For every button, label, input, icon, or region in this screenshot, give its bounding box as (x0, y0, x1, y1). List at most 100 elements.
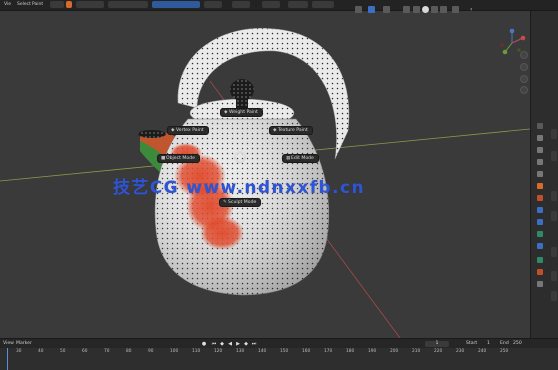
view-object-types-icon[interactable] (355, 6, 362, 13)
scene-icon[interactable] (537, 171, 543, 177)
tool-icon[interactable] (537, 123, 543, 129)
ruler-tick: 240 (478, 349, 487, 354)
overlay-toggle-icon[interactable] (383, 6, 390, 13)
ruler-tick: 50 (60, 349, 66, 354)
ruler-tick: 100 (170, 349, 179, 354)
ruler-tick: 60 (82, 349, 88, 354)
jump-end-icon[interactable]: ⏭ (251, 341, 257, 347)
sidebar-tab[interactable] (551, 191, 557, 201)
stroke-dropdown[interactable] (262, 1, 280, 8)
radius-field[interactable] (76, 1, 104, 8)
sidebar-tab[interactable] (551, 247, 557, 257)
sidebar-tab[interactable] (551, 291, 557, 301)
ruler-tick: 120 (214, 349, 223, 354)
material-icon[interactable] (537, 269, 543, 275)
end-value[interactable]: 250 (513, 341, 522, 346)
menu-select[interactable]: Select (17, 2, 31, 7)
ruler-tick: 80 (126, 349, 132, 354)
timeline-view-menu[interactable]: View (3, 341, 14, 346)
texture-icon[interactable] (537, 281, 543, 287)
shading-rendered-icon[interactable] (440, 6, 447, 13)
view-layer-icon[interactable] (537, 159, 543, 165)
start-value[interactable]: 1 (487, 341, 490, 346)
ruler-tick: 30 (16, 349, 22, 354)
brush-color-swatch[interactable] (66, 1, 72, 8)
ruler-tick: 190 (368, 349, 377, 354)
menu-paint[interactable]: Paint (32, 2, 43, 7)
ruler-tick: 180 (346, 349, 355, 354)
object-data-icon[interactable] (537, 243, 543, 249)
constraints-icon[interactable] (537, 231, 543, 237)
ruler-tick: 200 (390, 349, 399, 354)
play-reverse-icon[interactable]: ◀ (227, 341, 233, 347)
record-icon[interactable]: ● (201, 341, 207, 347)
end-label: End (500, 341, 509, 346)
output-icon[interactable] (537, 147, 543, 153)
ruler-tick: 230 (456, 349, 465, 354)
next-keyframe-icon[interactable]: ◆ (243, 341, 249, 347)
zoom-icon[interactable] (520, 51, 528, 59)
ruler-tick: 130 (236, 349, 245, 354)
falloff-dropdown[interactable] (288, 1, 308, 8)
mode-dropdown[interactable] (152, 1, 200, 8)
brush-dropdown[interactable] (204, 1, 222, 8)
pie-object-mode[interactable]: ■Object Mode (157, 154, 200, 163)
spout-opening (138, 130, 166, 138)
sidebar-tab[interactable] (551, 271, 557, 281)
shading-solid-icon[interactable] (422, 6, 429, 13)
gizmo-toggle-icon[interactable] (368, 6, 375, 13)
render-icon[interactable] (537, 135, 543, 141)
ruler-tick: 110 (192, 349, 201, 354)
start-label: Start (466, 341, 478, 346)
modifier-wrench-icon[interactable] (537, 195, 543, 201)
shading-wireframe-icon[interactable] (413, 6, 420, 13)
watermark: 技艺CG www.ndnxxfb.cn (113, 178, 365, 198)
prev-keyframe-icon[interactable]: ◆ (219, 341, 225, 347)
ruler-tick: 220 (434, 349, 443, 354)
pie-sculpt-mode[interactable]: ✎Sculpt Mode (219, 198, 262, 207)
playhead[interactable] (7, 348, 8, 370)
pie-weight-paint[interactable]: ◆Weight Paint (220, 108, 263, 117)
strength-field[interactable] (108, 1, 148, 8)
sidebar-tab[interactable] (551, 129, 557, 139)
ruler-tick: 210 (412, 349, 421, 354)
pie-texture-paint[interactable]: ◆Texture Paint (269, 126, 313, 135)
sidebar-tab[interactable] (551, 211, 557, 221)
jump-start-icon[interactable]: ⏮ (211, 341, 217, 347)
pie-vertex-paint[interactable]: ◆Vertex Paint (167, 126, 209, 135)
physics-icon[interactable] (537, 219, 543, 225)
current-frame-field[interactable]: 1 (425, 341, 449, 347)
paint-stroke-3 (200, 216, 244, 250)
ruler-tick: 70 (104, 349, 110, 354)
ruler-tick: 250 (500, 349, 509, 354)
ruler-tick: 90 (148, 349, 154, 354)
object-icon[interactable] (537, 183, 543, 189)
pie-menu-center (234, 151, 246, 163)
data-green-icon[interactable] (537, 257, 543, 263)
timeline-header: View Marker ● ⏮ ◆ ◀ ▶ ◆ ⏭ 1 Start 1 End … (0, 338, 558, 348)
shading-material-icon[interactable] (431, 6, 438, 13)
ruler-tick: 150 (280, 349, 289, 354)
perspective-grid-icon[interactable] (520, 86, 528, 94)
particles-icon[interactable] (537, 207, 543, 213)
camera-view-icon[interactable] (520, 75, 528, 83)
ruler-tick: 140 (258, 349, 267, 354)
texture-dropdown[interactable] (232, 1, 250, 8)
brush-selector[interactable] (50, 1, 64, 8)
lid-knob[interactable] (230, 79, 254, 101)
chevron-left-icon[interactable]: ‹ (470, 6, 477, 13)
shading-options-icon[interactable] (452, 6, 459, 13)
pie-edit-mode[interactable]: ▦Edit Mode (282, 154, 319, 163)
sidebar-tab[interactable] (551, 151, 557, 161)
timeline-ruler[interactable]: 30 40 50 60 70 80 90 100 110 120 130 140 150 160 170 18… (0, 348, 558, 370)
timeline-marker-menu[interactable]: Marker (16, 341, 32, 346)
ruler-tick: 170 (324, 349, 333, 354)
properties-sidebar (530, 11, 558, 338)
pan-hand-icon[interactable] (520, 63, 528, 71)
play-icon[interactable]: ▶ (235, 341, 241, 347)
xray-toggle-icon[interactable] (403, 6, 410, 13)
ruler-tick: 160 (302, 349, 311, 354)
cursor-dropdown[interactable] (312, 1, 334, 8)
menu-view[interactable]: Vie (4, 2, 11, 7)
ruler-tick: 40 (38, 349, 44, 354)
